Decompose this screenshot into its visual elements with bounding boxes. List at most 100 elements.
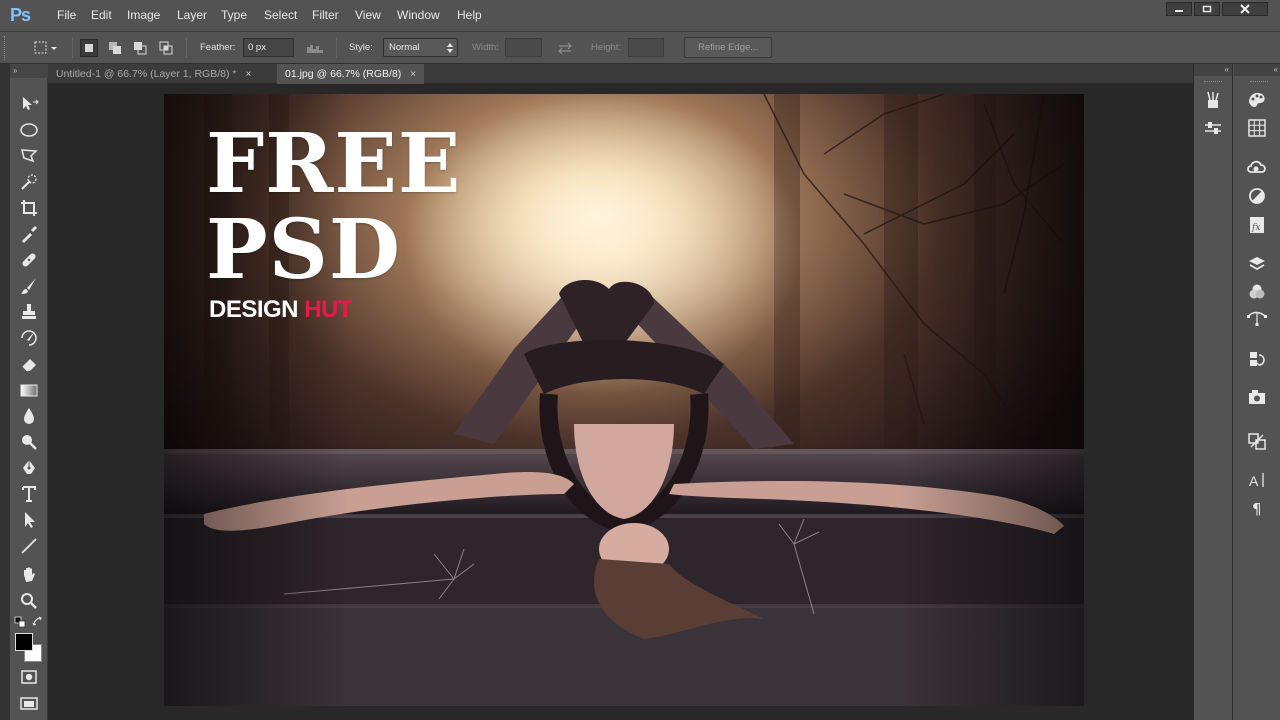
zoom-icon — [21, 593, 37, 609]
properties-icon — [1249, 390, 1265, 404]
tools-panel-collapse[interactable]: » — [10, 64, 48, 78]
tab-close-icon[interactable]: × — [410, 69, 416, 80]
artwork-subtitle: DESIGN HUT — [209, 296, 353, 324]
screen-mode-icon — [20, 697, 38, 710]
default-colors-icon[interactable] — [14, 616, 26, 628]
menu-image[interactable]: Image — [127, 8, 160, 22]
quick-mask-icon — [21, 670, 37, 684]
polygonal-lasso-tool[interactable] — [18, 145, 40, 167]
swap-dimensions-button[interactable] — [555, 39, 575, 57]
menu-help[interactable]: Help — [457, 8, 482, 22]
clone-source-icon — [1248, 433, 1266, 450]
paragraph-panel-button[interactable]: ¶ — [1246, 497, 1268, 519]
line-icon — [21, 538, 37, 554]
brush-tool[interactable] — [18, 275, 40, 297]
styles-panel-button[interactable]: fx — [1246, 214, 1268, 236]
canvas-area[interactable]: FREE PSD DESIGN HUT — [48, 84, 1193, 720]
document-canvas[interactable]: FREE PSD DESIGN HUT — [164, 94, 1084, 706]
style-select[interactable]: Normal — [383, 38, 458, 57]
eraser-tool[interactable] — [18, 353, 40, 375]
clone-stamp-tool[interactable] — [18, 301, 40, 323]
subtract-selection-button[interactable] — [131, 39, 149, 57]
color-panel-button[interactable] — [1246, 89, 1268, 111]
minimize-button[interactable] — [1166, 2, 1192, 16]
type-tool[interactable] — [18, 483, 40, 505]
history-panel-button[interactable] — [1246, 348, 1268, 370]
swap-colors-icon[interactable] — [32, 616, 44, 628]
path-selection-tool[interactable] — [18, 509, 40, 531]
close-icon — [1240, 4, 1250, 14]
adjust-presets-button[interactable] — [1202, 117, 1224, 139]
history-brush-tool[interactable] — [18, 327, 40, 349]
menu-filter[interactable]: Filter — [312, 8, 339, 22]
foreground-color-swatch[interactable] — [15, 633, 33, 651]
polygonal-lasso-icon — [21, 149, 38, 163]
menu-edit[interactable]: Edit — [91, 8, 112, 22]
svg-text:¶: ¶ — [1252, 500, 1262, 518]
adjust-presets-icon — [1205, 122, 1221, 134]
swatches-panel-button[interactable] — [1246, 117, 1268, 139]
pen-icon — [23, 460, 35, 474]
character-panel-button[interactable]: A — [1246, 469, 1268, 491]
refine-edge-button[interactable]: Refine Edge... — [684, 37, 773, 58]
wide-column-collapse[interactable]: « — [1234, 64, 1280, 76]
character-icon: A — [1249, 473, 1264, 489]
new-selection-button[interactable] — [80, 39, 98, 57]
eyedropper-tool[interactable] — [18, 223, 40, 245]
adjustments-panel-button[interactable] — [1246, 185, 1268, 207]
libraries-panel-button[interactable] — [1246, 157, 1268, 179]
foreground-color-fill — [15, 633, 33, 651]
screen-mode-button[interactable] — [18, 692, 40, 714]
menu-type[interactable]: Type — [221, 8, 247, 22]
channels-panel-button[interactable] — [1246, 281, 1268, 303]
paths-icon — [1247, 311, 1267, 326]
move-tool[interactable] — [18, 93, 40, 115]
elliptical-marquee-tool[interactable] — [18, 119, 40, 141]
zoom-tool[interactable] — [18, 590, 40, 612]
gradient-icon — [20, 384, 38, 397]
style-select-value: Normal — [389, 42, 420, 53]
height-label: Height: — [591, 42, 622, 53]
swap-icon — [558, 42, 572, 54]
tab-close-icon[interactable]: × — [245, 69, 251, 80]
tool-presets-button[interactable] — [1202, 89, 1224, 111]
restore-button[interactable] — [1194, 2, 1220, 16]
blur-icon — [24, 408, 34, 424]
quick-selection-tool[interactable] — [18, 171, 40, 193]
tool-preset-picker[interactable] — [32, 39, 60, 57]
libraries-icon — [1247, 160, 1266, 173]
paths-panel-button[interactable] — [1246, 308, 1268, 330]
options-grip[interactable] — [4, 36, 7, 60]
blur-tool[interactable] — [18, 405, 40, 427]
hand-tool[interactable] — [18, 564, 40, 586]
crop-tool[interactable] — [18, 197, 40, 219]
swatches-icon — [1248, 119, 1266, 137]
anti-alias-toggle[interactable] — [304, 39, 328, 57]
menu-select[interactable]: Select — [264, 8, 297, 22]
feather-input[interactable]: 0 px — [243, 38, 294, 57]
width-input[interactable] — [505, 38, 542, 57]
menu-view[interactable]: View — [355, 8, 381, 22]
layers-panel-button[interactable] — [1246, 253, 1268, 275]
tab-01-jpg[interactable]: 01.jpg @ 66.7% (RGB/8) × — [277, 64, 425, 84]
menu-window[interactable]: Window — [397, 8, 440, 22]
line-tool[interactable] — [18, 535, 40, 557]
quick-mask-button[interactable] — [18, 666, 40, 688]
add-selection-button[interactable] — [106, 39, 124, 57]
spot-healing-tool[interactable] — [18, 249, 40, 271]
spot-healing-icon — [22, 253, 36, 267]
intersect-selection-button[interactable] — [157, 39, 175, 57]
properties-panel-button[interactable] — [1246, 387, 1268, 409]
gradient-tool[interactable] — [18, 379, 40, 401]
menu-layer[interactable]: Layer — [177, 8, 207, 22]
color-icon — [1249, 92, 1265, 107]
narrow-column-collapse[interactable]: « — [1194, 64, 1232, 76]
tab-untitled-1[interactable]: Untitled-1 @ 66.7% (Layer 1, RGB/8) * × — [48, 64, 259, 84]
height-input[interactable] — [628, 38, 664, 57]
clone-source-panel-button[interactable] — [1246, 430, 1268, 452]
dodge-tool[interactable] — [18, 431, 40, 453]
artwork-subtitle-design: DESIGN — [209, 296, 299, 323]
menu-file[interactable]: File — [57, 8, 76, 22]
pen-tool[interactable] — [18, 457, 40, 479]
close-button[interactable] — [1222, 2, 1268, 16]
